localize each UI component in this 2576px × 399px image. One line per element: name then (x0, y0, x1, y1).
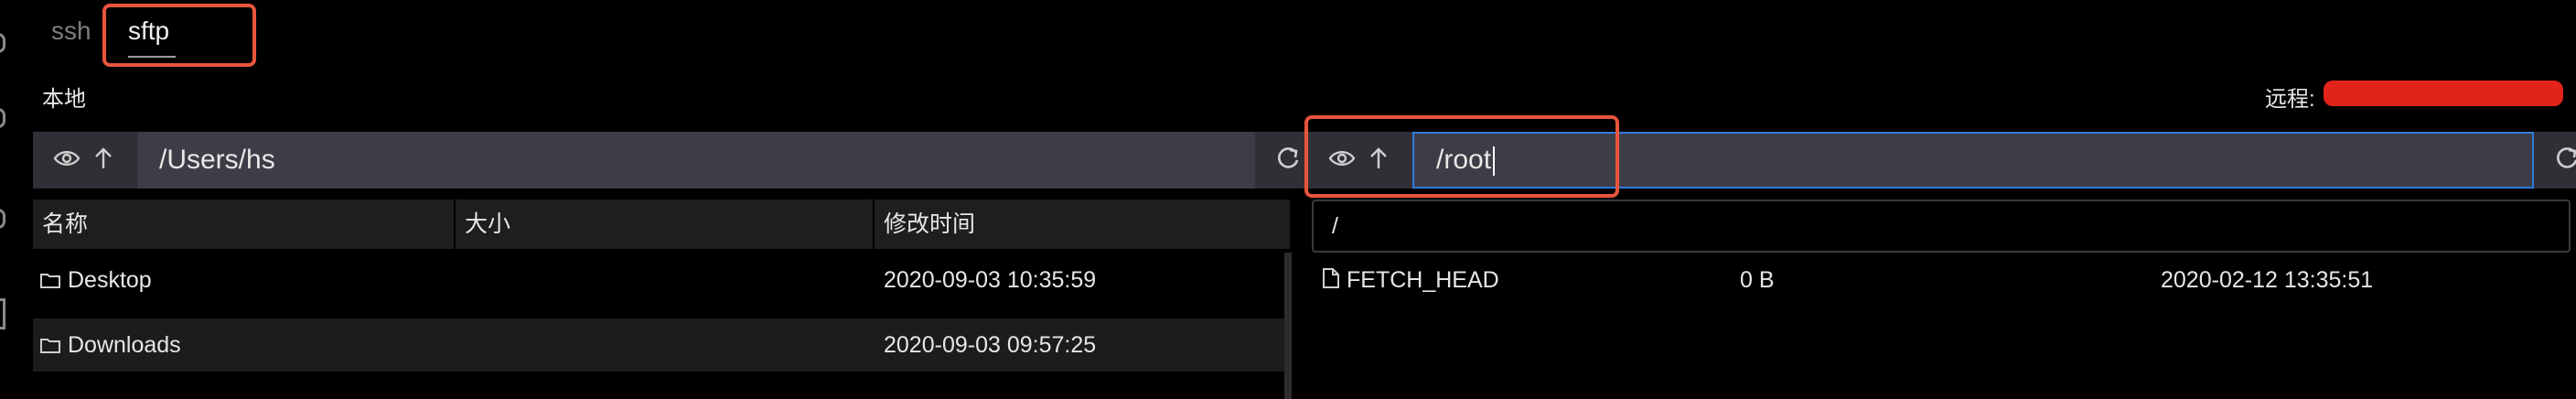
local-label: 本地 (42, 87, 86, 112)
rail-icon[interactable] (0, 298, 5, 329)
arrow-up-icon[interactable] (93, 146, 113, 175)
tab-ssh[interactable]: ssh (51, 16, 91, 46)
local-file-row[interactable]: Desktop 2020-09-03 10:35:59 (33, 253, 1290, 307)
file-name-cell: Downloads (40, 318, 181, 372)
column-name[interactable]: 名称 (33, 200, 454, 249)
local-file-row[interactable]: Downloads 2020-09-03 09:57:25 (33, 318, 1290, 372)
remote-refresh-button[interactable] (2538, 132, 2576, 189)
remote-dir-text: / (1332, 213, 1338, 239)
rail-icon[interactable] (0, 33, 5, 53)
local-table-header: 名称 大小 修改时间 (33, 200, 1290, 249)
rail-icon[interactable] (0, 108, 5, 128)
redaction-mark (2324, 81, 2563, 106)
local-path-actions (33, 132, 135, 189)
eye-icon[interactable] (53, 148, 80, 173)
file-name-cell: Desktop (40, 253, 152, 307)
file-name-cell: FETCH_HEAD (1323, 253, 1499, 307)
file-name: Downloads (68, 332, 181, 358)
file-size: 0 B (1740, 267, 1775, 293)
file-name: FETCH_HEAD (1347, 267, 1499, 293)
column-size[interactable]: 大小 (456, 200, 873, 249)
remote-label: 远程: (2265, 87, 2315, 112)
file-modified: 2020-09-03 10:35:59 (884, 267, 1097, 293)
local-path-input[interactable] (137, 132, 1255, 189)
rail-icon[interactable] (0, 209, 5, 229)
file-icon (1323, 254, 1339, 307)
highlight-box (102, 4, 256, 67)
file-modified: 2020-09-03 09:57:25 (884, 332, 1097, 358)
file-modified: 2020-02-12 13:35:51 (2161, 267, 2374, 293)
local-scrollbar[interactable] (1284, 253, 1292, 399)
folder-icon (40, 319, 60, 372)
refresh-icon (1275, 146, 1301, 176)
local-path-bar (33, 132, 1317, 189)
column-modified[interactable]: 修改时间 (875, 200, 1290, 249)
refresh-icon (2554, 146, 2576, 176)
highlight-box (1304, 115, 1619, 198)
file-name: Desktop (68, 267, 152, 293)
folder-icon (40, 254, 60, 307)
remote-file-row[interactable]: FETCH_HEAD 0 B 2020-02-12 13:35:51 (1308, 253, 2571, 307)
remote-current-dir[interactable]: / (1312, 200, 2571, 253)
